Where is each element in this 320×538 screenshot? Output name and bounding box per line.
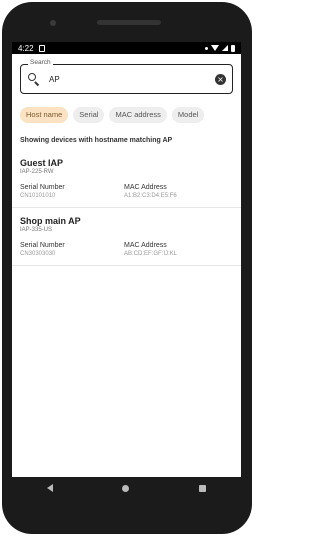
device-name: Guest IAP xyxy=(20,158,64,168)
filter-chip-serial[interactable]: Serial xyxy=(73,107,105,123)
device-list-item[interactable]: Guest IAP IAP-225-RW Serial Number CN101… xyxy=(12,144,241,208)
wifi-icon xyxy=(211,45,219,51)
filter-chips: Host name Serial MAC address Model xyxy=(20,107,241,123)
navigation-bar xyxy=(12,477,241,499)
serial-label: Serial Number xyxy=(20,242,65,249)
earpiece-speaker xyxy=(97,20,161,25)
mac-value: A1:B2:C3:D4:E5:F6 xyxy=(124,193,177,199)
front-camera xyxy=(50,20,56,26)
recent-apps-icon[interactable] xyxy=(199,484,207,492)
status-time: 4:22 xyxy=(18,43,34,53)
search-field[interactable]: AP × Search xyxy=(20,59,233,94)
filter-chip-model[interactable]: Model xyxy=(171,107,205,123)
mac-label: MAC Address xyxy=(124,242,167,249)
clear-icon[interactable]: × xyxy=(215,73,226,85)
power-button xyxy=(247,130,252,164)
serial-value: CN30303030 xyxy=(20,251,56,257)
filter-chip-mac-address[interactable]: MAC address xyxy=(109,107,167,123)
serial-value: CN10101010 xyxy=(20,193,56,199)
mac-label: MAC Address xyxy=(124,184,167,191)
search-label: Search xyxy=(28,59,53,66)
result-summary: Showing devices with hostname matching A… xyxy=(20,137,173,144)
signal-icon xyxy=(222,45,228,51)
filter-chip-host-name[interactable]: Host name xyxy=(20,107,69,123)
back-icon[interactable] xyxy=(46,484,53,492)
device-model: IAP-225-RW xyxy=(20,169,54,175)
status-bar: 4:22 xyxy=(12,42,241,54)
volume-button xyxy=(247,200,252,266)
search-value[interactable]: AP xyxy=(49,75,215,84)
serial-label: Serial Number xyxy=(20,184,65,191)
screen: 4:22 AP × Search Host name Serial MAC ad… xyxy=(12,42,241,477)
device-name: Shop main AP xyxy=(20,216,81,226)
device-list-item[interactable]: Shop main AP IAP-335-US Serial Number CN… xyxy=(12,208,241,266)
notification-dot-icon xyxy=(205,46,208,50)
battery-icon xyxy=(231,44,235,52)
mac-value: AB:CD:EF:GF:IJ:KL xyxy=(124,251,178,257)
device-model: IAP-335-US xyxy=(20,227,53,233)
home-icon[interactable] xyxy=(122,484,130,492)
search-input[interactable]: AP × xyxy=(20,64,233,94)
search-icon xyxy=(27,72,41,87)
sd-card-icon xyxy=(38,44,45,52)
